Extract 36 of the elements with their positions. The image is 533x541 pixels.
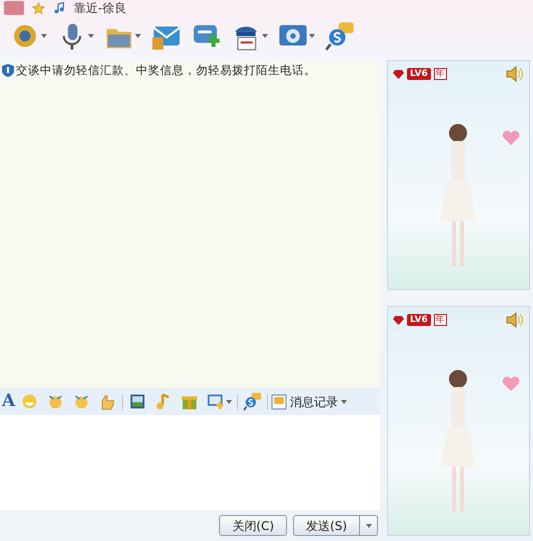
heart-icon — [501, 375, 521, 393]
send-button[interactable]: 发送(S) — [293, 515, 360, 536]
caret-icon — [341, 400, 348, 404]
search-icon — [325, 21, 355, 51]
history-button[interactable]: 消息记录 — [271, 392, 348, 410]
caret-icon — [226, 400, 232, 404]
avatar-icon — [4, 1, 24, 15]
caret-icon — [88, 34, 94, 38]
smiley-icon — [20, 392, 40, 411]
monitor-icon — [206, 392, 226, 411]
speaker-icon — [506, 66, 524, 82]
picture-icon — [128, 392, 148, 411]
caret-icon — [262, 34, 268, 38]
diamond-icon — [393, 70, 404, 78]
year-badge: 年 — [434, 314, 447, 326]
caret-icon — [41, 34, 47, 38]
caret-icon — [309, 34, 315, 38]
diamond-icon — [393, 316, 404, 324]
notice-text: 交谈中请勿轻信汇款、中奖信息，勿轻易拨打陌生电话。 — [2, 62, 316, 80]
shield-icon — [2, 64, 14, 78]
caret-icon — [366, 524, 372, 528]
level-badge: LV6 — [407, 314, 431, 326]
search-icon — [243, 392, 262, 411]
music-note-icon — [53, 2, 66, 14]
year-badge: 年 — [434, 68, 447, 80]
window-title: 靠近-徐良 — [74, 0, 126, 17]
heart-icon — [501, 129, 521, 147]
message-input[interactable] — [0, 415, 380, 510]
caret-icon — [135, 34, 141, 38]
close-button[interactable]: 关闭(C) — [219, 515, 288, 536]
send-options-button[interactable] — [360, 515, 378, 536]
star-icon — [32, 2, 45, 14]
level-badge: LV6 — [407, 68, 431, 80]
font-button[interactable]: A — [2, 393, 16, 410]
chat-bubble-icon — [271, 394, 288, 410]
speaker-icon — [506, 312, 524, 328]
